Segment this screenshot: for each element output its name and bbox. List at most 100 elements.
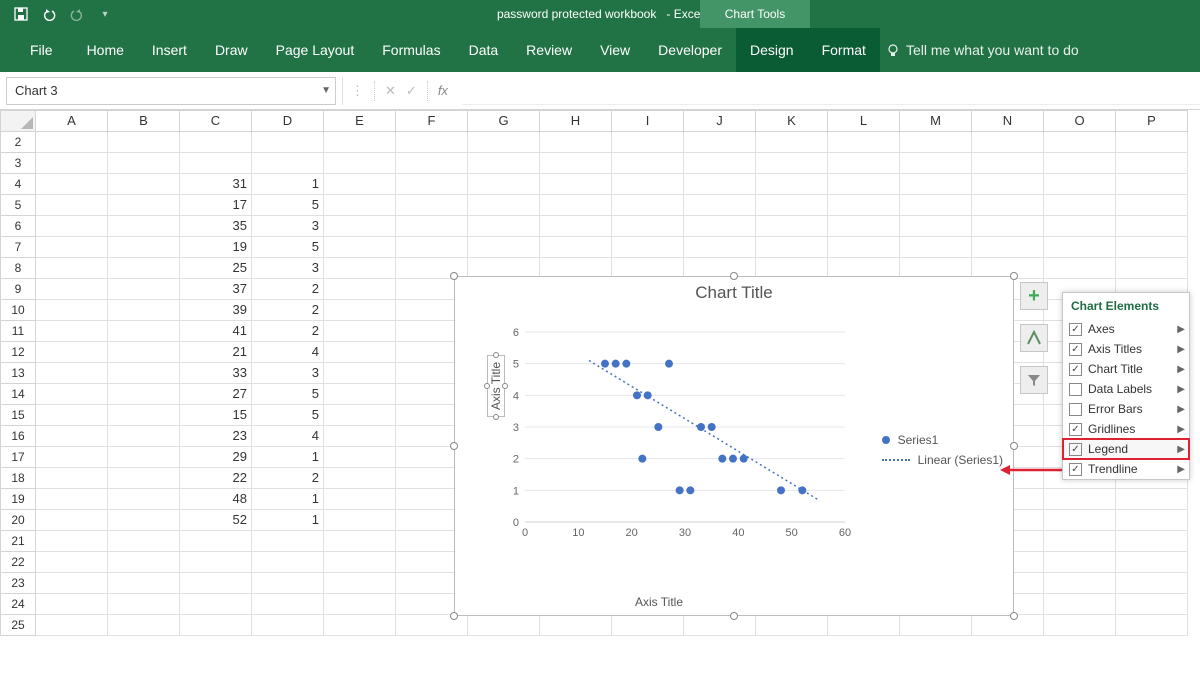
cell[interactable] [1116,216,1188,237]
cell[interactable]: 15 [180,405,252,426]
resize-handle[interactable] [1010,272,1018,280]
cell[interactable] [540,195,612,216]
resize-handle[interactable] [730,272,738,280]
cell[interactable]: 39 [180,300,252,321]
column-header[interactable]: G [468,110,540,132]
cell[interactable] [468,174,540,195]
cell[interactable] [108,384,180,405]
cell[interactable]: 2 [252,300,324,321]
cell[interactable] [324,216,396,237]
column-header[interactable]: J [684,110,756,132]
cell[interactable] [468,237,540,258]
cell[interactable] [36,279,108,300]
cell[interactable] [468,615,540,636]
chevron-right-icon[interactable]: ▶ [1177,424,1185,435]
select-all-corner[interactable] [0,110,36,132]
cell[interactable] [972,174,1044,195]
cell[interactable] [324,510,396,531]
chevron-right-icon[interactable]: ▶ [1177,324,1185,335]
cell[interactable] [972,195,1044,216]
checkbox[interactable] [1069,403,1082,416]
cell[interactable] [468,216,540,237]
cell[interactable]: 27 [180,384,252,405]
cell[interactable] [108,405,180,426]
chart-object[interactable]: Chart Title Axis Title 01234560102030405… [454,276,1014,616]
cell[interactable] [36,489,108,510]
undo-icon[interactable] [42,7,56,21]
cell[interactable] [36,195,108,216]
cell[interactable] [1044,594,1116,615]
name-box[interactable]: Chart 3 ▼ [6,77,336,105]
cell[interactable] [252,552,324,573]
cell[interactable] [1116,174,1188,195]
cell[interactable] [324,132,396,153]
x-axis-title[interactable]: Axis Title [635,595,683,609]
cell[interactable] [612,195,684,216]
cell[interactable] [324,195,396,216]
cell[interactable] [972,216,1044,237]
cell[interactable]: 3 [252,216,324,237]
cell[interactable] [324,594,396,615]
checkbox[interactable] [1069,463,1082,476]
cell[interactable] [108,153,180,174]
row-header[interactable]: 22 [0,552,36,573]
cell[interactable] [36,552,108,573]
row-header[interactable]: 18 [0,468,36,489]
cell[interactable] [108,174,180,195]
row-header[interactable]: 2 [0,132,36,153]
cell[interactable] [1044,153,1116,174]
save-icon[interactable] [14,7,28,21]
column-header[interactable]: F [396,110,468,132]
column-header[interactable]: D [252,110,324,132]
chevron-down-icon[interactable]: ▼ [321,85,331,96]
cell[interactable] [324,363,396,384]
cell[interactable]: 1 [252,489,324,510]
chart-legend[interactable]: Series1 Linear (Series1) [882,427,1003,473]
cell[interactable]: 25 [180,258,252,279]
cell[interactable] [1044,237,1116,258]
cell[interactable] [468,132,540,153]
row-header[interactable]: 13 [0,363,36,384]
cell[interactable] [1116,531,1188,552]
cell[interactable] [324,321,396,342]
tab-draw[interactable]: Draw [201,28,262,72]
row-header[interactable]: 10 [0,300,36,321]
y-axis-title[interactable]: Axis Title [487,355,505,417]
cell[interactable] [684,153,756,174]
cell[interactable] [756,174,828,195]
cell[interactable] [828,174,900,195]
cell[interactable] [36,216,108,237]
cell[interactable] [180,615,252,636]
qat-customize-icon[interactable]: ▾ [98,7,112,21]
row-header[interactable]: 6 [0,216,36,237]
cell[interactable]: 5 [252,195,324,216]
cell[interactable] [36,300,108,321]
row-header[interactable]: 19 [0,489,36,510]
cell[interactable] [108,531,180,552]
row-header[interactable]: 9 [0,279,36,300]
cell[interactable] [324,573,396,594]
cell[interactable] [1116,132,1188,153]
cell[interactable] [324,237,396,258]
cell[interactable] [180,573,252,594]
cell[interactable] [108,321,180,342]
checkbox[interactable] [1069,363,1082,376]
cell[interactable] [1044,573,1116,594]
cell[interactable] [36,153,108,174]
chart-filters-button[interactable] [1020,366,1048,394]
cell[interactable] [612,153,684,174]
tab-data[interactable]: Data [455,28,513,72]
row-header[interactable]: 24 [0,594,36,615]
cell[interactable] [324,342,396,363]
cell[interactable] [324,300,396,321]
cell[interactable] [756,216,828,237]
cell[interactable]: 35 [180,216,252,237]
cell[interactable] [108,426,180,447]
cell[interactable]: 5 [252,237,324,258]
cell[interactable] [36,132,108,153]
cell[interactable]: 21 [180,342,252,363]
cell[interactable] [108,510,180,531]
row-header[interactable]: 12 [0,342,36,363]
cell[interactable] [108,363,180,384]
cell[interactable] [684,174,756,195]
